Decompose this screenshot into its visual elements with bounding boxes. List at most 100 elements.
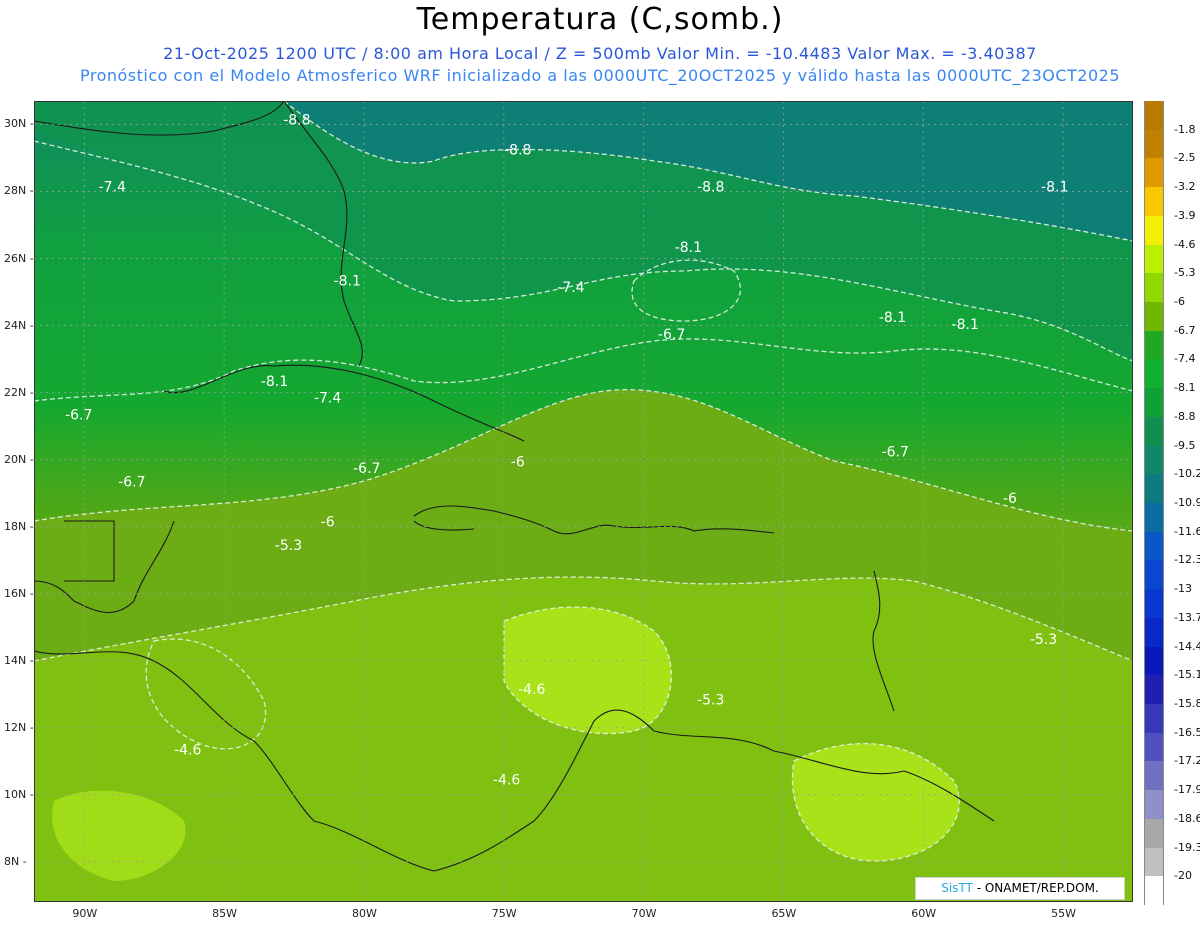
- color-scale-segment: [1144, 445, 1164, 475]
- contour-label: -8.8: [697, 179, 724, 195]
- contour-label: -6: [1003, 491, 1017, 507]
- color-scale-segment: [1144, 818, 1164, 849]
- latitude-label: 26N -: [4, 251, 34, 265]
- contour-label: -8.1: [952, 317, 979, 333]
- longitude-label: 55W: [1051, 907, 1076, 920]
- color-scale-label: -19.3: [1174, 840, 1200, 854]
- map-subtitle-valid-time: 21-Oct-2025 1200 UTC / 8:00 am Hora Loca…: [163, 44, 1037, 63]
- color-scale-segment: [1144, 273, 1164, 303]
- contour-label: -6.7: [882, 444, 909, 460]
- contour-label: -4.6: [518, 682, 545, 698]
- latitude-label: 30N -: [4, 117, 34, 131]
- color-scale-label: -14.4: [1174, 639, 1200, 653]
- color-scale-segment: [1144, 589, 1164, 619]
- contour-label: -5.3: [1030, 632, 1057, 648]
- contour-label: -8.8: [283, 112, 310, 128]
- contour-label: -7.4: [314, 391, 341, 407]
- contour-label: -8.1: [1041, 179, 1068, 195]
- contour-label: -4.6: [174, 743, 201, 759]
- contour-label: -8.1: [675, 240, 702, 256]
- color-scale-label: -3.9: [1174, 208, 1196, 222]
- sispi-logo-text: SisTT: [941, 881, 973, 895]
- color-scale-segment: [1144, 761, 1164, 791]
- color-scale-label: -6: [1174, 295, 1185, 308]
- color-scale-segment: [1144, 560, 1164, 590]
- latitude-label: 12N -: [4, 720, 34, 734]
- latitude-label: 22N -: [4, 385, 34, 399]
- color-scale-label: -10.2: [1174, 467, 1200, 481]
- contour-label: -6.7: [353, 461, 380, 477]
- longitude-label: 70W: [631, 907, 657, 920]
- contour-label: -7.4: [557, 280, 584, 296]
- contour-label: -6.7: [65, 407, 92, 423]
- color-scale-segment: [1144, 732, 1164, 762]
- color-scale-bar: [1144, 101, 1164, 906]
- color-scale-segment: [1144, 646, 1164, 676]
- color-scale-label: -8.8: [1174, 409, 1196, 423]
- color-scale-segment: [1144, 704, 1164, 734]
- longitude-label: 60W: [911, 907, 937, 920]
- color-scale-label: -5.3: [1174, 266, 1196, 280]
- contour-label: -6.7: [118, 474, 145, 490]
- longitude-label: 85W: [212, 907, 238, 920]
- color-scale-segment: [1144, 474, 1164, 504]
- color-scale-segment: [1144, 503, 1164, 533]
- latitude-label: 8N -: [4, 854, 27, 868]
- contour-label: -6: [511, 454, 525, 470]
- color-scale-label: -13: [1174, 582, 1192, 596]
- color-scale-label: -13.7: [1174, 610, 1200, 624]
- color-scale-label: -20: [1174, 869, 1192, 883]
- color-scale-segment: [1144, 847, 1164, 877]
- contour-label: -6: [321, 515, 335, 531]
- color-scale-segment: [1144, 617, 1164, 648]
- color-scale-segment: [1144, 876, 1164, 906]
- color-scale-segment: [1144, 215, 1164, 246]
- map-subtitle-model-info: Pronóstico con el Modelo Atmosferico WRF…: [79, 66, 1120, 85]
- color-scale-label: -9.5: [1174, 438, 1196, 452]
- color-scale-segment: [1144, 675, 1164, 705]
- color-scale-label: -1.8: [1174, 122, 1196, 136]
- contour-label: -5.3: [697, 692, 724, 708]
- color-scale-label: -18.6: [1174, 811, 1200, 825]
- color-scale-label: -15.1: [1174, 668, 1200, 682]
- color-scale-segment: [1144, 359, 1164, 389]
- color-scale-label: -3.2: [1174, 180, 1196, 194]
- credit-box: SisTT - ONAMET/REP.DOM.: [915, 877, 1125, 900]
- color-scale-segment: [1144, 531, 1164, 561]
- color-scale-segment: [1144, 244, 1164, 274]
- color-scale-label: -11.6: [1174, 524, 1200, 538]
- contour-label: -4.6: [493, 773, 520, 789]
- contour-label: -8.8: [504, 143, 531, 159]
- color-scale-segment: [1144, 129, 1164, 159]
- color-scale-label: -12.3: [1174, 553, 1200, 567]
- color-scale-label: -17.9: [1174, 783, 1200, 797]
- color-scale-label: -8.1: [1174, 381, 1196, 395]
- contour-label: -5.3: [275, 538, 302, 554]
- color-scale-label: -2.5: [1174, 151, 1196, 165]
- temperature-map: -8.8 -8.8 -8.8 -8.1 -7.4 -8.1 -8.1 -7.4 -8.1 -8.1…: [34, 101, 1133, 902]
- longitude-label: 90W: [72, 907, 98, 920]
- contour-label: -8.1: [334, 273, 361, 289]
- latitude-label: 14N -: [4, 653, 34, 667]
- contour-label: -7.4: [99, 179, 126, 195]
- credit-text: - ONAMET/REP.DOM.: [972, 881, 1099, 895]
- color-scale-segment: [1144, 187, 1164, 217]
- longitude-label: 75W: [491, 907, 517, 920]
- color-scale-segment: [1144, 101, 1164, 131]
- color-scale-segment: [1144, 416, 1164, 447]
- latitude-label: 18N -: [4, 519, 34, 533]
- longitude-label: 65W: [771, 907, 797, 920]
- color-scale-segment: [1144, 330, 1164, 360]
- longitude-label: 80W: [351, 907, 377, 920]
- color-scale-label: -17.2: [1174, 754, 1200, 768]
- color-scale-segment: [1144, 302, 1164, 332]
- contour-label: -6.7: [658, 327, 685, 343]
- color-scale-label: -16.5: [1174, 725, 1200, 739]
- latitude-label: 28N -: [4, 184, 34, 198]
- latitude-label: 20N -: [4, 452, 34, 466]
- color-scale-label: -6.7: [1174, 323, 1196, 337]
- color-scale-label: -4.6: [1174, 237, 1196, 251]
- latitude-label: 16N -: [4, 586, 34, 600]
- map-title: Temperatura (C,somb.): [416, 2, 784, 37]
- contour-label: -8.1: [261, 374, 288, 390]
